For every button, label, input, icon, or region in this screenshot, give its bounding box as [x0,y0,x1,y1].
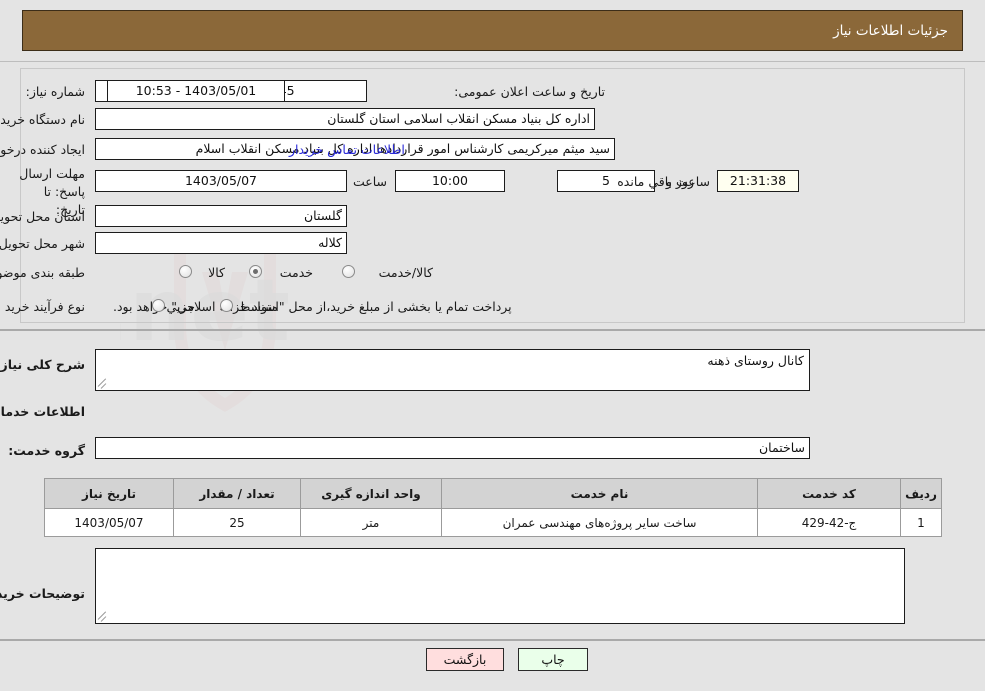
cell-name: ساخت سایر پروژه‌های مهندسی عمران [441,508,758,537]
cell-unit: متر [300,508,442,537]
cell-index: 1 [900,508,942,537]
buyer-org-value: اداره کل بنیاد مسکن انقلاب اسلامی استان … [95,108,595,130]
process-label: نوع فرآیند خرید : [0,299,85,314]
column-header-unit: واحد اندازه گیری [300,478,442,509]
page-title: جزئیات اطلاعات نیاز [833,22,948,39]
classification-radio-kala-khedmat[interactable] [342,265,355,278]
description-label: شرح کلی نیاز: [0,357,85,372]
buyer-notes-label: توضیحات خریدار: [0,586,85,601]
buyer-org-label: نام دستگاه خریدار: [0,112,85,127]
announce-datetime-label: تاریخ و ساعت اعلان عمومی: [454,84,605,99]
description-textarea[interactable]: کانال روستای ذهنه [95,349,810,391]
services-section-title: اطلاعات خدمات مورد نیاز [0,404,85,419]
column-header-name: نام خدمت [441,478,758,509]
column-header-index: ردیف [900,478,942,509]
table-header-row: ردیف کد خدمت نام خدمت واحد اندازه گیری ت… [44,478,942,509]
column-header-code: کد خدمت [757,478,901,509]
services-table: ردیف کد خدمت نام خدمت واحد اندازه گیری ت… [44,478,942,537]
classification-option-label-2: کالا/خدمت [378,265,433,280]
buyer-notes-textarea[interactable] [95,548,905,624]
countdown-label: ساعت باقي مانده [617,174,710,189]
treasury-note: پرداخت تمام یا بخشی از مبلغ خرید،از محل … [113,299,512,314]
print-button[interactable]: چاپ [518,648,588,671]
resize-grip-icon[interactable] [97,377,110,389]
announce-datetime-value: 1403/05/01 - 10:53 [107,80,285,102]
cell-date: 1403/05/07 [44,508,174,537]
classification-option-label-1: خدمت [279,265,313,280]
cell-quantity: 25 [173,508,301,537]
column-header-quantity: تعداد / مقدار [173,478,301,509]
service-group-value: ساختمان [95,437,810,459]
window-titlebar: جزئیات اطلاعات نیاز [22,10,963,51]
table-row: 1 ج-42-429 ساخت سایر پروژه‌های مهندسی عم… [44,508,942,537]
process-radio-motevaset[interactable] [220,299,233,312]
classification-radio-kala[interactable] [179,265,192,278]
city-value: کلاله [95,232,347,254]
city-label: شهر محل تحویل: [0,236,85,251]
back-button[interactable]: بازگشت [426,648,504,671]
process-radio-jozi[interactable] [152,299,165,312]
description-value: کانال روستای ذهنه [707,353,804,368]
need-number-label: شماره نیاز: [25,84,85,99]
page-root: ArtaTender.net جزئیات اطلاعات نیاز شماره… [0,0,985,691]
countdown-value: 21:31:38 [717,170,799,192]
cell-code: ج-42-429 [757,508,901,537]
classification-option-label-0: کالا [208,265,225,280]
service-group-label: گروه خدمت: [8,443,85,458]
column-header-date: تاریخ نیاز [44,478,174,509]
creator-label: ایجاد کننده درخواست: [0,142,85,157]
need-info-inner-border [20,68,965,323]
classification-radio-khedmat[interactable] [249,265,262,278]
province-label: استان محل تحویل: [0,209,85,224]
buyer-contact-link[interactable]: اطلاعات تماس خریدار [289,142,405,157]
province-value: گلستان [95,205,347,227]
classification-label: طبقه بندی موضوعی: [0,265,85,280]
resize-grip-icon[interactable] [97,610,110,622]
